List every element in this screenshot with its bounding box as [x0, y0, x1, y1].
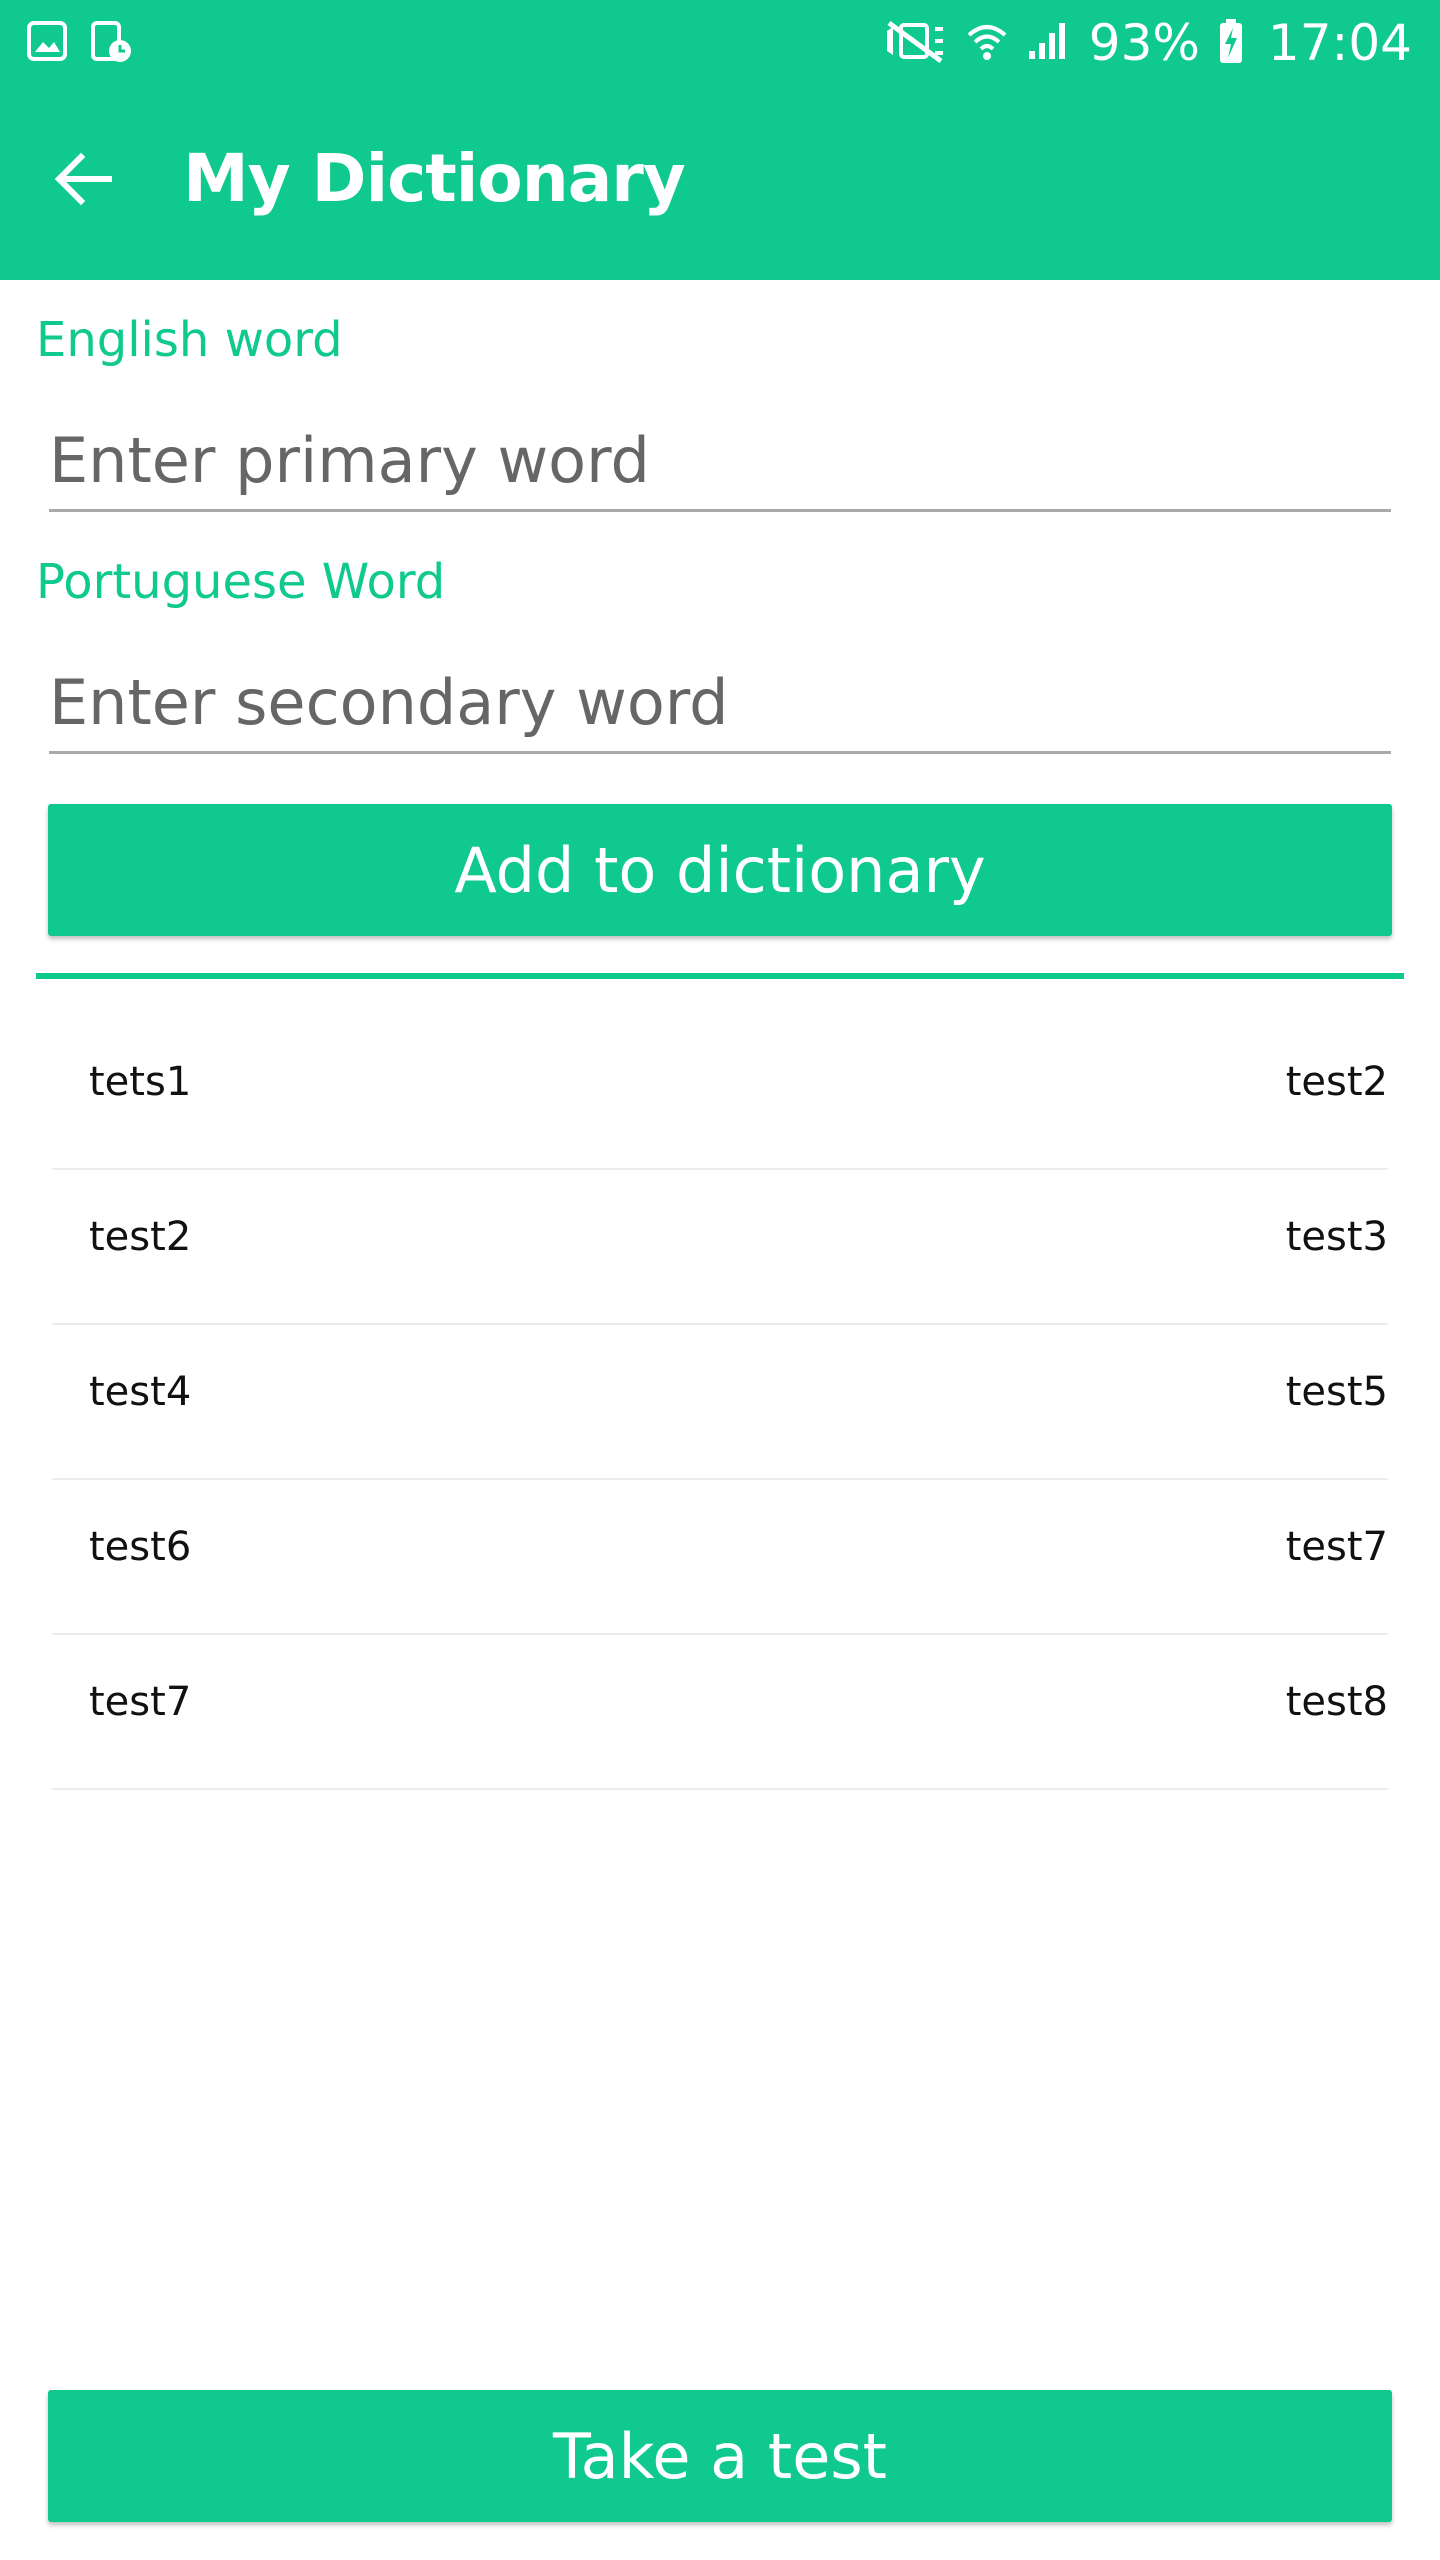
secondary-word: test8: [1285, 1679, 1388, 1725]
arrow-back-icon: [51, 147, 115, 216]
section-divider: [36, 973, 1404, 979]
primary-word: tets1: [89, 1059, 192, 1105]
primary-word: test4: [89, 1369, 192, 1415]
secondary-word: test3: [1285, 1214, 1388, 1260]
secondary-word: test5: [1285, 1369, 1388, 1415]
list-item[interactable]: test4 test5: [52, 1325, 1388, 1480]
back-button[interactable]: [38, 136, 128, 226]
primary-word-input[interactable]: [49, 412, 1391, 509]
signal-icon: [1027, 19, 1071, 68]
status-bar-right: 93% 17:04: [883, 10, 1412, 76]
list-item[interactable]: test2 test3: [52, 1170, 1388, 1325]
list-item[interactable]: test6 test7: [52, 1480, 1388, 1635]
primary-word: test2: [89, 1214, 192, 1260]
status-bar-left: [26, 20, 134, 69]
list-item[interactable]: test7 test8: [52, 1635, 1388, 1790]
dictionary-list: tets1 test2 test2 test3 test4 test5 test…: [52, 1015, 1388, 1790]
app-screen: 93% 17:04 My Dictionary English word Ent…: [0, 0, 1440, 2560]
primary-word: test7: [89, 1679, 192, 1725]
clock-time: 17:04: [1267, 14, 1412, 72]
secondary-word: test7: [1285, 1524, 1388, 1570]
status-bar: 93% 17:04: [0, 0, 1440, 86]
take-test-button[interactable]: Take a test: [48, 2390, 1392, 2522]
gallery-icon: [26, 20, 68, 69]
battery-charging-icon: [1218, 18, 1244, 69]
vibrate-mute-icon: [883, 19, 947, 68]
primary-word: test6: [89, 1524, 192, 1570]
secondary-word-label: Portuguese Word: [36, 554, 446, 610]
secondary-word-field: [49, 654, 1391, 754]
primary-word-label: English word: [36, 312, 343, 368]
secondary-word-input[interactable]: [49, 654, 1391, 751]
primary-word-field: [49, 412, 1391, 512]
wifi-icon: [965, 19, 1009, 68]
add-to-dictionary-button[interactable]: Add to dictionary: [48, 804, 1392, 936]
battery-percent: 93%: [1088, 14, 1200, 72]
list-item[interactable]: tets1 test2: [52, 1015, 1388, 1170]
secondary-word: test2: [1285, 1059, 1388, 1105]
screen-timer-icon: [90, 20, 134, 69]
page-title: My Dictionary: [183, 140, 686, 217]
app-bar: My Dictionary: [0, 86, 1440, 280]
